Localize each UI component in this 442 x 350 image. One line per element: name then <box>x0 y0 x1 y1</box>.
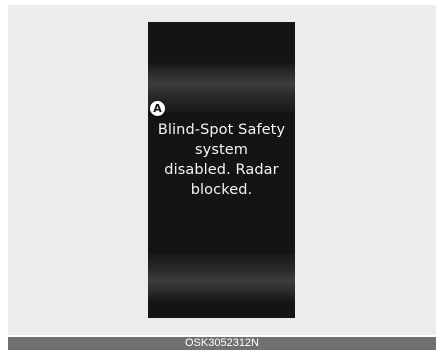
warning-message-line: disabled. Radar <box>164 162 279 178</box>
warning-message-line: blocked. <box>190 182 253 198</box>
cluster-display-screen: A Blind-Spot Safety system disabled. Rad… <box>148 22 295 318</box>
warning-message-line: Blind-Spot Safety <box>157 122 286 138</box>
warning-message: Blind-Spot Safety system disabled. Radar… <box>148 120 295 200</box>
warning-message-line: system <box>194 142 249 158</box>
display-top-band <box>148 62 295 112</box>
callout-marker-a: A <box>150 101 165 116</box>
figure-caption-bar: OSK3052312N <box>8 337 436 350</box>
figure-code: OSK3052312N <box>185 337 259 349</box>
display-bottom-band <box>148 254 295 302</box>
manual-figure: A Blind-Spot Safety system disabled. Rad… <box>0 0 442 350</box>
